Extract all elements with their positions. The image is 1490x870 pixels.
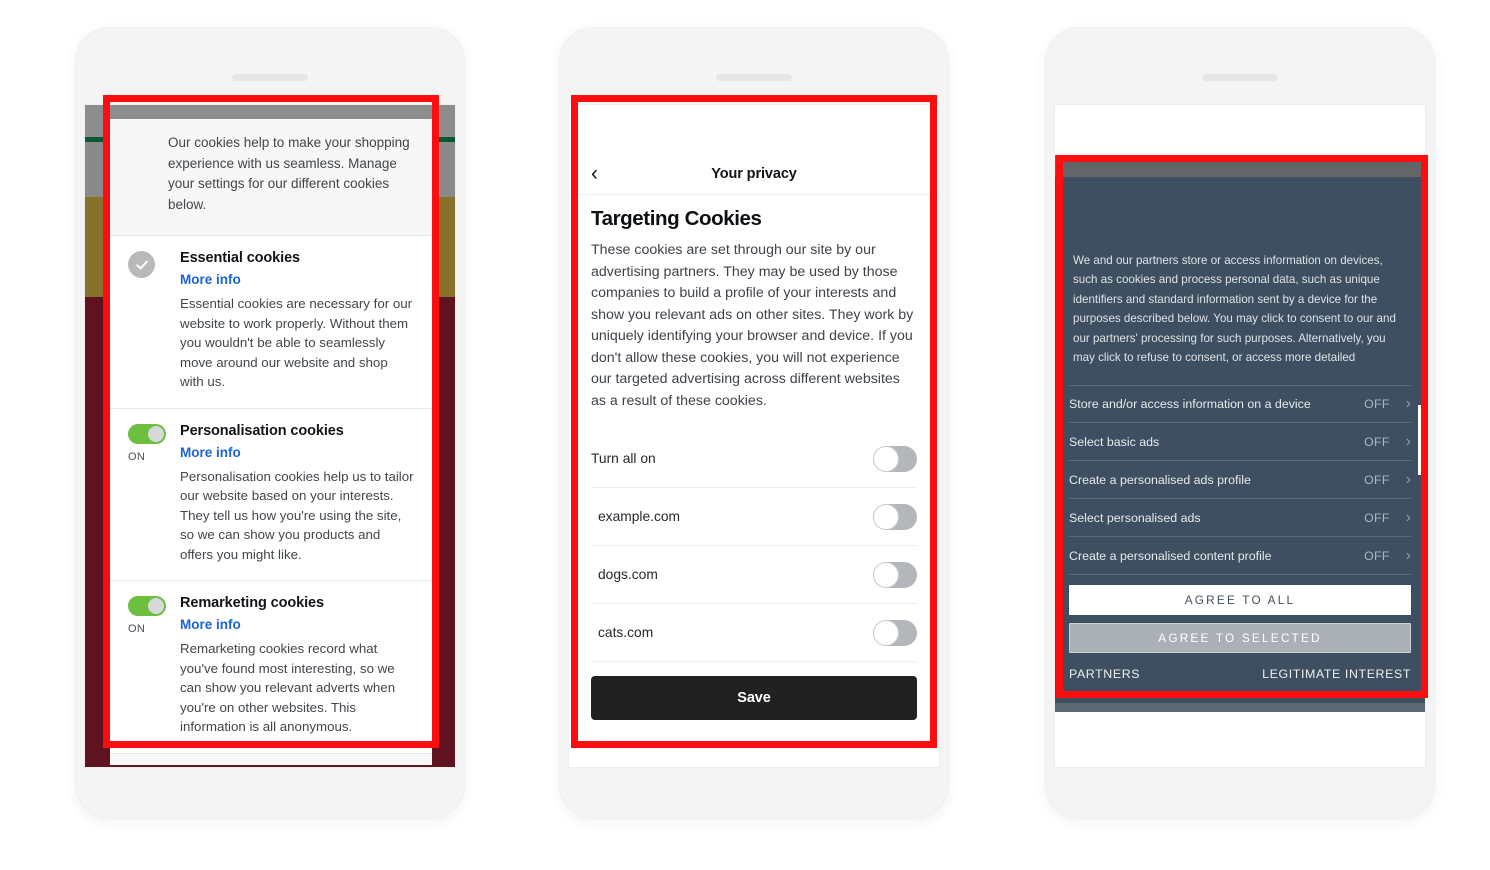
page-content-bottom [1055,712,1425,767]
purpose-state: OFF [1364,510,1390,525]
phone-1-screen: Our cookies help to make your shopping e… [84,104,456,768]
phone-speaker-icon [1202,74,1278,81]
purpose-state: OFF [1364,472,1390,487]
more-info-link[interactable]: More info [180,445,414,460]
toggle-switch-off[interactable] [873,503,917,530]
agree-to-all-button[interactable]: AGREE TO ALL [1069,585,1411,616]
toggle-switch-on[interactable] [128,596,166,616]
toggle-state-label: ON [128,623,146,635]
cookie-row-control [128,250,170,392]
panel-bottom-spacer [1055,681,1425,703]
panel-top-spacer [1055,177,1425,251]
toggle-row-label: cats.com [598,625,654,640]
page-title: Targeting Cookies [591,207,762,230]
purpose-state: OFF [1364,548,1390,563]
cookie-title: Essential cookies [180,250,300,266]
status-bar-spacer [569,105,939,153]
dialog-footer [110,752,432,765]
toggle-row-label: Turn all on [591,451,656,466]
toggle-switch-off[interactable] [873,561,917,588]
purpose-row-select-personalised-ads[interactable]: Select personalised ads OFF › [1069,499,1411,538]
save-button[interactable]: Save [591,676,917,720]
cookie-row-body: Personalisation cookies More info Person… [180,423,414,565]
nav-bar: ‹ Your privacy [569,153,939,195]
chevron-right-icon[interactable]: › [1406,509,1411,526]
purpose-state: OFF [1364,397,1390,412]
chevron-right-icon[interactable]: › [1406,433,1411,450]
chevron-right-icon[interactable]: › [1406,471,1411,488]
purpose-label: Create a personalised ads profile [1069,472,1251,487]
phone-speaker-icon [232,74,308,81]
phone-2-screen: ‹ Your privacy Targeting Cookies These c… [568,104,940,768]
purpose-list: Store and/or access information on a dev… [1055,385,1425,576]
toggle-switch-off[interactable] [873,619,917,646]
page-content-top [1055,105,1425,155]
toggle-switch-on[interactable] [128,423,166,444]
cookie-row-body: Remarketing cookies More info Remarketin… [180,595,414,737]
purpose-label: Select basic ads [1069,434,1160,449]
cookie-row-control: ON [128,595,170,737]
agree-to-selected-button[interactable]: AGREE TO SELECTED [1069,623,1411,654]
save-button-container: Save [569,662,939,720]
cookie-description: Personalisation cookies help us to tailo… [180,468,414,562]
cookie-settings-dialog: Our cookies help to make your shopping e… [110,119,432,765]
toggle-row-example-com[interactable]: example.com [591,488,917,546]
more-info-link[interactable]: More info [180,272,414,287]
page-description: These cookies are set through our site b… [591,242,914,409]
nav-title: Your privacy [711,165,797,182]
consent-footer-links: PARTNERS LEGITIMATE INTEREST [1055,653,1425,681]
cookie-title: Remarketing cookies [180,595,324,611]
purpose-state: OFF [1364,434,1390,449]
purpose-label: Create a personalised content profile [1069,548,1272,563]
phone-mockup-3: We and our partners store or access info… [1046,28,1434,818]
purpose-row-select-basic-ads[interactable]: Select basic ads OFF › [1069,423,1411,462]
consent-buttons: AGREE TO ALL AGREE TO SELECTED [1055,575,1425,654]
purpose-label: Select personalised ads [1069,510,1201,525]
purpose-row-personalised-ads-profile[interactable]: Create a personalised ads profile OFF › [1069,461,1411,500]
scrollbar-thumb[interactable] [1418,405,1423,475]
toggle-row-cats-com[interactable]: cats.com [591,604,917,662]
iab-consent-panel: We and our partners store or access info… [1055,177,1425,713]
screenshot-stage: Our cookies help to make your shopping e… [0,0,1490,870]
toggle-switch-off[interactable] [873,445,917,472]
cookie-row-personalisation[interactable]: ON Personalisation cookies More info Per… [110,407,432,581]
phone-mockup-2: ‹ Your privacy Targeting Cookies These c… [560,28,948,818]
cookie-row-remarketing[interactable]: ON Remarketing cookies More info Remarke… [110,580,432,753]
cookie-description: Remarketing cookies record what you've f… [180,641,396,734]
more-info-link[interactable]: More info [180,617,414,632]
phone-mockup-1: Our cookies help to make your shopping e… [76,28,464,818]
legitimate-interest-link[interactable]: LEGITIMATE INTEREST [1262,667,1411,681]
purpose-row-store-access[interactable]: Store and/or access information on a dev… [1069,385,1411,424]
cookie-title: Personalisation cookies [180,422,344,439]
partners-link[interactable]: PARTNERS [1069,667,1140,681]
chevron-right-icon[interactable]: › [1406,396,1411,412]
phone-speaker-icon [716,74,792,81]
panel-bottom-strip [1055,703,1425,713]
cookie-row-body: Essential cookies More info Essential co… [180,250,414,392]
toggle-row-label: example.com [598,509,681,524]
toggle-row-dogs-com[interactable]: dogs.com [591,546,917,604]
consent-intro-text: We and our partners store or access info… [1073,254,1396,365]
dialog-intro-text: Our cookies help to make your shopping e… [110,119,432,235]
cookie-description: Essential cookies are necessary for our … [180,296,413,389]
page-background-band-gray [1055,155,1425,177]
chevron-right-icon[interactable]: › [1406,547,1411,564]
cookie-row-control: ON [128,423,170,565]
toggle-row-turn-all-on[interactable]: Turn all on [591,430,917,488]
toggle-row-label: dogs.com [598,567,658,582]
cookie-row-essential[interactable]: Essential cookies More info Essential co… [110,235,432,408]
purpose-row-personalised-content-profile[interactable]: Create a personalised content profile OF… [1069,537,1411,576]
phone-3-screen: We and our partners store or access info… [1054,104,1426,768]
domain-toggle-list: Turn all on example.com dogs.com cats.co… [569,430,939,662]
purpose-label: Store and/or access information on a dev… [1069,397,1311,412]
toggle-state-label: ON [128,450,146,463]
check-circle-icon [128,251,155,278]
